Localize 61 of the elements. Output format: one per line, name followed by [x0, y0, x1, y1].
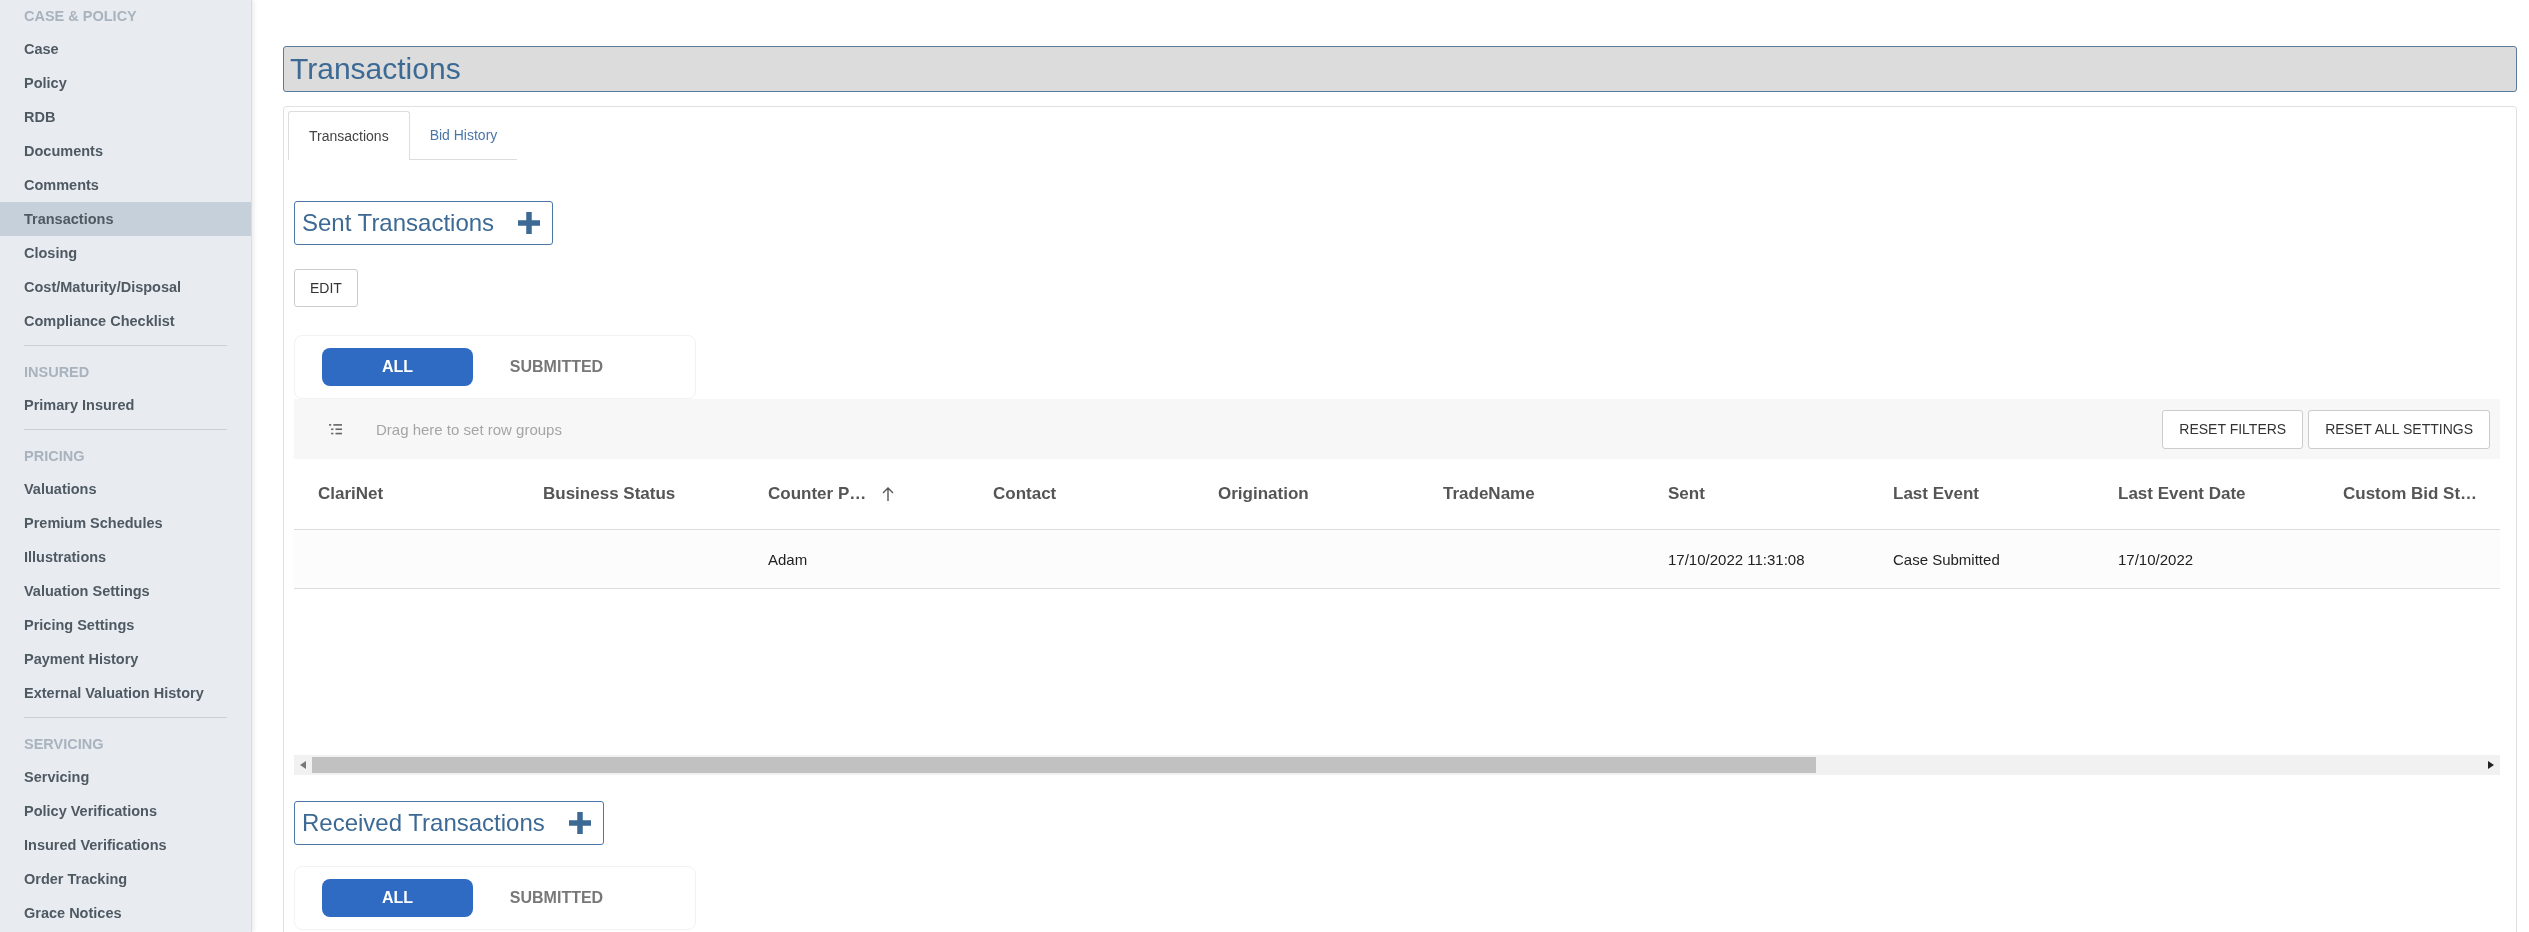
page-title: Transactions — [283, 46, 2517, 92]
sidebar-item[interactable]: Payment History — [0, 642, 251, 676]
scroll-left-icon[interactable] — [300, 761, 306, 769]
sidebar-item[interactable]: Cost/Maturity/Disposal — [0, 270, 251, 304]
add-icon[interactable] — [518, 212, 541, 234]
sidebar-item[interactable]: RDB — [0, 100, 251, 134]
add-icon[interactable] — [568, 812, 591, 834]
column-header[interactable]: Custom Bid St… — [2319, 459, 2500, 529]
sidebar-item[interactable]: Primary Insured — [0, 388, 251, 422]
table-cell-text: 17/10/2022 11:31:08 — [1667, 549, 1806, 570]
row-groups-icon — [329, 423, 342, 435]
filter-option[interactable]: SUBMITTED — [481, 348, 632, 386]
sidebar-item[interactable]: External Valuation History — [0, 676, 251, 710]
section-header[interactable]: Received Transactions — [294, 801, 604, 845]
sidebar-item[interactable]: Valuation Settings — [0, 574, 251, 608]
reset-button[interactable]: RESET ALL SETTINGS — [2308, 409, 2490, 449]
table-cell-text: 17/10/2022 — [2117, 549, 2195, 570]
column-header[interactable]: Counter P… — [744, 459, 969, 529]
column-header[interactable]: TradeName — [1419, 459, 1644, 529]
sidebar-item[interactable]: Insured Verifications — [0, 828, 251, 862]
edit-button[interactable]: EDIT — [294, 269, 358, 307]
column-header[interactable]: Contact — [969, 459, 1194, 529]
section-title: Sent Transactions — [302, 209, 495, 237]
sidebar-item[interactable]: Grace Notices — [0, 896, 251, 930]
tab[interactable]: Transactions — [288, 111, 410, 160]
section-title: Received Transactions — [302, 809, 545, 837]
filter-option[interactable]: SUBMITTED — [481, 879, 632, 917]
column-header[interactable]: Sent — [1644, 459, 1869, 529]
column-header[interactable]: Origination — [1194, 459, 1419, 529]
section-header[interactable]: Sent Transactions — [294, 201, 554, 245]
sidebar-heading: INSURED — [23, 363, 91, 382]
tab[interactable]: Bid History — [409, 111, 518, 160]
sidebar-item[interactable]: Illustrations — [0, 540, 251, 574]
sidebar-item[interactable]: Policy — [0, 66, 251, 100]
sidebar-item[interactable]: Compliance Checklist — [0, 304, 251, 338]
sidebar-item[interactable]: Case — [0, 32, 251, 66]
sidebar-item[interactable]: Policy Verifications — [0, 794, 251, 828]
column-header[interactable]: Last Event — [1869, 459, 2094, 529]
sidebar-item[interactable]: Documents — [0, 134, 251, 168]
filter-option[interactable]: ALL — [322, 348, 473, 386]
column-header[interactable]: ClariNet — [294, 459, 519, 529]
sidebar-item[interactable]: Pricing Settings — [0, 608, 251, 642]
scroll-right-icon[interactable] — [2488, 761, 2494, 769]
column-header[interactable]: Last Event Date — [2094, 459, 2319, 529]
table-cell-text: Case Submitted — [1892, 549, 2001, 570]
sidebar-item[interactable]: Valuations — [0, 472, 251, 506]
sidebar-item[interactable]: Transactions — [0, 202, 251, 236]
sidebar-item[interactable]: Servicing — [0, 760, 251, 794]
sidebar-heading: CASE & POLICY — [23, 7, 138, 26]
sidebar-heading: SERVICING — [23, 735, 105, 754]
sidebar-item[interactable]: Closing — [0, 236, 251, 270]
column-header[interactable]: Business Status — [519, 459, 744, 529]
sidebar-item[interactable]: Comments — [0, 168, 251, 202]
sidebar-item[interactable]: Premium Schedules — [0, 506, 251, 540]
filter-option[interactable]: ALL — [322, 879, 473, 917]
reset-button[interactable]: RESET FILTERS — [2162, 409, 2304, 449]
sidebar-heading: PRICING — [23, 447, 86, 466]
sidebar-item[interactable]: Order Tracking — [0, 862, 251, 896]
table-cell-text: Adam — [767, 549, 809, 570]
horizontal-scrollbar[interactable] — [294, 755, 2500, 775]
group-hint: Drag here to set row groups — [376, 420, 562, 438]
